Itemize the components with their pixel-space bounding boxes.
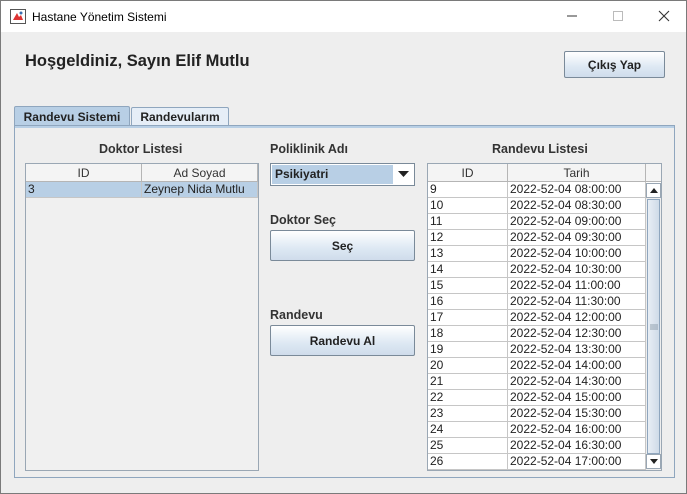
table-row[interactable]: 22 2022-52-04 15:00:00 [428,390,661,406]
table-row[interactable]: 18 2022-52-04 12:30:00 [428,326,661,342]
column-header-id[interactable]: ID [428,164,508,181]
book-appointment-button[interactable]: Randevu Al [270,325,415,356]
maximize-button[interactable] [595,1,641,32]
cell-date: 2022-52-04 15:00:00 [508,390,646,406]
minimize-icon [566,7,578,26]
window-title: Hastane Yönetim Sistemi [32,10,167,24]
app-icon [10,9,26,24]
cell-date: 2022-52-04 11:30:00 [508,294,646,310]
table-row[interactable]: 12 2022-52-04 09:30:00 [428,230,661,246]
header-corner [646,164,661,181]
doctor-list-title: Doktor Listesi [99,142,183,156]
scrollbar-thumb[interactable] [647,199,660,454]
maximize-icon [612,7,624,26]
cell-date: 2022-52-04 09:30:00 [508,230,646,246]
cell-id: 26 [428,454,508,470]
welcome-heading: Hoşgeldiniz, Sayın Elif Mutlu [25,52,250,70]
cell-id: 13 [428,246,508,262]
cell-date: 2022-52-04 08:00:00 [508,182,646,198]
chevron-down-icon[interactable] [394,165,413,184]
table-row[interactable]: 24 2022-52-04 16:00:00 [428,422,661,438]
table-row[interactable]: 26 2022-52-04 17:00:00 [428,454,661,470]
column-header-date[interactable]: Tarih [508,164,646,181]
cell-id: 25 [428,438,508,454]
table-row[interactable]: 17 2022-52-04 12:00:00 [428,310,661,326]
table-row[interactable]: 19 2022-52-04 13:30:00 [428,342,661,358]
close-icon [658,7,670,26]
polyclinic-select[interactable]: Psikiyatri [270,163,415,186]
table-row[interactable]: 11 2022-52-04 09:00:00 [428,214,661,230]
cell-date: 2022-52-04 12:30:00 [508,326,646,342]
select-doctor-button[interactable]: Seç [270,230,415,261]
cell-date: 2022-52-04 17:00:00 [508,454,646,470]
cell-id: 11 [428,214,508,230]
cell-date: 2022-52-04 13:30:00 [508,342,646,358]
cell-id: 16 [428,294,508,310]
doctor-table-header: ID Ad Soyad [26,164,258,182]
cell-date: 2022-52-04 10:30:00 [508,262,646,278]
cell-date: 2022-52-04 08:30:00 [508,198,646,214]
cell-date: 2022-52-04 11:00:00 [508,278,646,294]
table-row[interactable]: 25 2022-52-04 16:30:00 [428,438,661,454]
appointment-label: Randevu [270,308,323,322]
table-row[interactable]: 20 2022-52-04 14:00:00 [428,358,661,374]
cell-id: 22 [428,390,508,406]
appointment-list-title: Randevu Listesi [492,142,588,156]
cell-date: 2022-52-04 14:30:00 [508,374,646,390]
cell-id: 14 [428,262,508,278]
cell-date: 2022-52-04 12:00:00 [508,310,646,326]
main-content: Hoşgeldiniz, Sayın Elif Mutlu Çıkış Yap … [1,32,686,493]
table-row[interactable]: 10 2022-52-04 08:30:00 [428,198,661,214]
doctor-table: ID Ad Soyad 3 Zeynep Nida Mutlu [25,163,259,471]
cell-id: 18 [428,326,508,342]
appointment-scrollbar[interactable] [645,183,661,470]
table-row[interactable]: 3 Zeynep Nida Mutlu [26,182,258,198]
cell-id: 19 [428,342,508,358]
table-row[interactable]: 14 2022-52-04 10:30:00 [428,262,661,278]
cell-id: 21 [428,374,508,390]
cell-id: 23 [428,406,508,422]
cell-date: 2022-52-04 16:00:00 [508,422,646,438]
cell-name: Zeynep Nida Mutlu [142,182,258,198]
table-row[interactable]: 15 2022-52-04 11:00:00 [428,278,661,294]
cell-id: 12 [428,230,508,246]
app-window: Hastane Yönetim Sistemi Hoşgeldiniz, Say… [0,0,687,494]
cell-id: 9 [428,182,508,198]
cell-id: 24 [428,422,508,438]
table-row[interactable]: 16 2022-52-04 11:30:00 [428,294,661,310]
cell-id: 10 [428,198,508,214]
cell-id: 20 [428,358,508,374]
cell-date: 2022-52-04 10:00:00 [508,246,646,262]
doctor-select-label: Doktor Seç [270,213,336,227]
table-row[interactable]: 13 2022-52-04 10:00:00 [428,246,661,262]
appointment-table: ID Tarih 9 2022-52-04 08:00:00 10 2022-52-0… [427,163,662,471]
cell-date: 2022-52-04 15:30:00 [508,406,646,422]
cell-id: 15 [428,278,508,294]
cell-id: 17 [428,310,508,326]
table-row[interactable]: 9 2022-52-04 08:00:00 [428,182,661,198]
scroll-up-icon[interactable] [646,183,661,198]
cell-id: 3 [26,182,142,198]
column-header-id[interactable]: ID [26,164,142,181]
minimize-button[interactable] [549,1,595,32]
scroll-down-icon[interactable] [646,454,661,469]
appointment-rows: 9 2022-52-04 08:00:00 10 2022-52-04 08:30:0… [428,182,661,470]
cell-date: 2022-52-04 16:30:00 [508,438,646,454]
table-row[interactable]: 21 2022-52-04 14:30:00 [428,374,661,390]
table-row[interactable]: 23 2022-52-04 15:30:00 [428,406,661,422]
polyclinic-label: Poliklinik Adı [270,142,349,156]
close-button[interactable] [641,1,687,32]
column-header-name[interactable]: Ad Soyad [142,164,258,181]
title-bar: Hastane Yönetim Sistemi [1,1,686,32]
appointment-table-header: ID Tarih [428,164,661,182]
polyclinic-selected-value: Psikiyatri [272,165,393,184]
logout-button[interactable]: Çıkış Yap [564,51,665,78]
tab-my-appointments[interactable]: Randevularım [131,107,229,126]
tab-appointment-system[interactable]: Randevu Sistemi [14,106,130,126]
cell-date: 2022-52-04 14:00:00 [508,358,646,374]
cell-date: 2022-52-04 09:00:00 [508,214,646,230]
